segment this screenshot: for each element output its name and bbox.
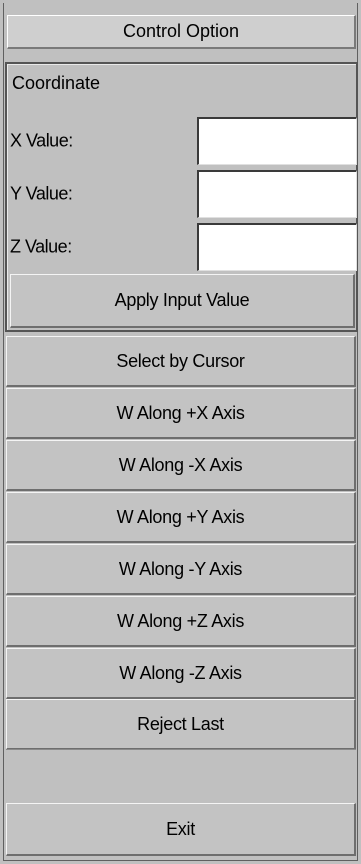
x-value-row: X Value: (10, 117, 357, 165)
coordinate-group-inner: Coordinate X Value: Y Value: Z Value: Ap… (7, 64, 357, 330)
w-along-minus-z-label: W Along -Z Axis (119, 662, 242, 683)
w-along-plus-x-button[interactable]: W Along +X Axis (6, 388, 356, 439)
exit-label: Exit (166, 818, 195, 839)
w-along-plus-z-button[interactable]: W Along +Z Axis (6, 596, 356, 647)
x-value-label: X Value: (10, 130, 73, 151)
x-value-input[interactable] (197, 117, 357, 165)
w-along-minus-z-button[interactable]: W Along -Z Axis (6, 648, 356, 699)
coordinate-group: Coordinate X Value: Y Value: Z Value: Ap… (5, 62, 358, 332)
z-value-input[interactable] (197, 223, 357, 271)
w-along-minus-x-button[interactable]: W Along -X Axis (6, 440, 356, 491)
reject-last-button[interactable]: Reject Last (6, 699, 356, 750)
reject-last-label: Reject Last (137, 713, 224, 734)
exit-button[interactable]: Exit (6, 803, 356, 856)
y-value-input[interactable] (197, 170, 357, 218)
apply-input-value-button[interactable]: Apply Input Value (10, 274, 355, 328)
apply-input-value-label: Apply Input Value (114, 290, 250, 310)
w-along-minus-y-label: W Along -Y Axis (118, 558, 243, 579)
panel-frame-left (3, 3, 4, 861)
y-value-label: Y Value: (10, 183, 73, 204)
control-option-panel: Control Option Coordinate X Value: Y Val… (0, 0, 361, 864)
z-value-label: Z Value: (10, 236, 72, 257)
w-along-plus-y-button[interactable]: W Along +Y Axis (6, 492, 356, 543)
w-along-plus-z-label: W Along +Z Axis (116, 610, 245, 631)
empty-button-slot (6, 749, 356, 801)
w-along-minus-y-button[interactable]: W Along -Y Axis (6, 544, 356, 595)
y-value-row: Y Value: (10, 170, 357, 218)
w-along-plus-x-label: W Along +X Axis (116, 402, 245, 423)
panel-frame-bottom (3, 860, 358, 861)
z-value-row: Z Value: (10, 223, 357, 271)
w-along-plus-y-label: W Along +Y Axis (116, 506, 245, 527)
w-along-minus-x-label: W Along -X Axis (118, 454, 243, 475)
select-by-cursor-label: Select by Cursor (116, 350, 245, 371)
panel-title: Control Option (7, 15, 356, 49)
coordinate-group-label: Coordinate (12, 73, 101, 93)
select-by-cursor-button[interactable]: Select by Cursor (6, 336, 356, 387)
panel-title-text: Control Option (122, 21, 240, 41)
